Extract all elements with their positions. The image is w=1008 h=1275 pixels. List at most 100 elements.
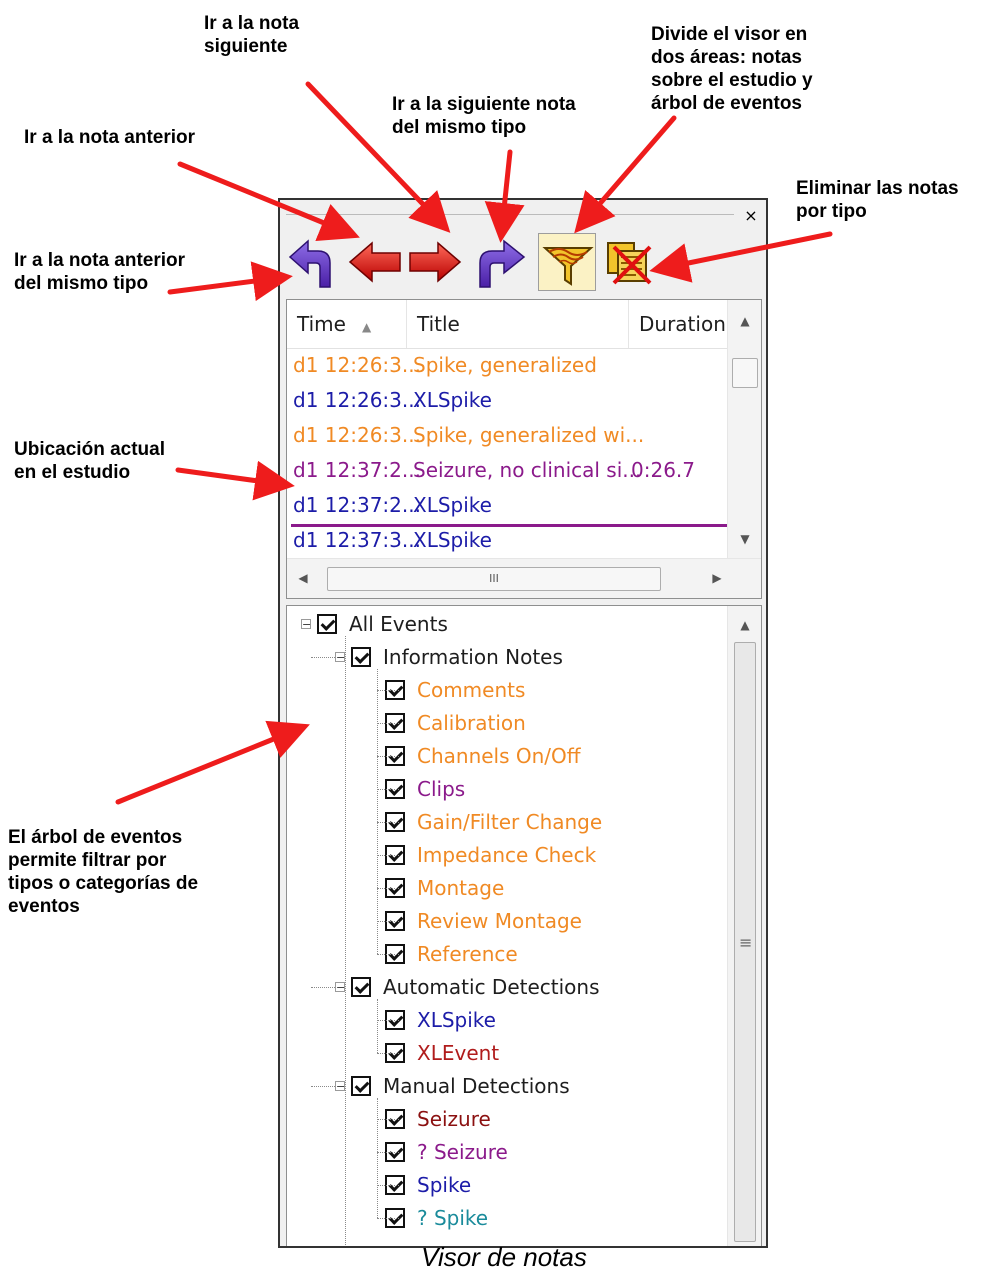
collapse-icon[interactable]: − xyxy=(301,619,311,630)
arrow-to-prev-same-type xyxy=(167,261,293,302)
notes-horizontal-scrollbar[interactable]: ◀ III ▶ xyxy=(287,558,761,598)
split-view-button[interactable] xyxy=(538,233,596,291)
callout-next-same-type: Ir a la siguiente nota del mismo tipo xyxy=(392,94,576,138)
hscroll-grip: III xyxy=(489,572,499,585)
scroll-up-icon[interactable]: ▲ xyxy=(735,314,755,328)
tree-connector xyxy=(377,756,399,757)
next-same-type-button[interactable] xyxy=(474,233,532,291)
tree-label: Channels On/Off xyxy=(417,744,581,768)
callout-current-location: Ubicación actual en el estudio xyxy=(14,439,165,483)
tree-label: Review Montage xyxy=(417,909,582,933)
column-header-time-label: Time xyxy=(297,312,346,336)
arrow-to-event-tree xyxy=(115,720,310,805)
checkbox[interactable] xyxy=(351,647,371,667)
next-note-button[interactable] xyxy=(406,233,464,291)
scroll-right-icon[interactable]: ▶ xyxy=(707,571,727,585)
tree-connector xyxy=(377,888,399,889)
cell-title: XLSpike xyxy=(413,388,492,412)
checkbox[interactable] xyxy=(317,614,337,634)
cell-title: XLSpike xyxy=(413,493,492,517)
tree-connector xyxy=(377,723,399,724)
notes-list-header: Time ▲ Title Duration xyxy=(287,300,727,349)
column-header-duration[interactable]: Duration xyxy=(629,300,727,348)
tree-label: Spike xyxy=(417,1173,472,1197)
collapse-icon[interactable]: − xyxy=(335,982,345,993)
cell-time: d1 12:26:3... xyxy=(293,423,421,447)
cell-title: Spike, generalized xyxy=(413,353,597,377)
prev-same-type-button[interactable] xyxy=(286,233,344,291)
cell-time: d1 12:37:3... xyxy=(293,528,421,552)
sort-ascending-icon: ▲ xyxy=(361,320,372,334)
cell-duration: 0:26.7 xyxy=(631,458,695,482)
tree-scroll-grip: ≡ xyxy=(739,933,753,952)
tree-connector xyxy=(377,855,399,856)
tree-label: Impedance Check xyxy=(417,843,597,867)
table-row[interactable]: d1 12:37:3... XLSpike xyxy=(287,523,727,558)
cell-time: d1 12:26:3... xyxy=(293,388,421,412)
tree-connector xyxy=(377,1119,399,1120)
tree-label: All Events xyxy=(349,612,448,636)
notes-hscroll-thumb[interactable]: III xyxy=(327,567,661,591)
tree-label: Manual Detections xyxy=(383,1074,570,1098)
callout-split-view: Divide el visor en dos áreas: notas sobre … xyxy=(651,24,813,114)
scroll-left-icon[interactable]: ◀ xyxy=(293,571,313,585)
collapse-icon[interactable]: − xyxy=(335,1081,345,1092)
cell-title: Spike, generalized wi... xyxy=(413,423,645,447)
tree-label: ? Seizure xyxy=(417,1140,508,1164)
column-header-time[interactable]: Time ▲ xyxy=(287,300,407,348)
tree-connector xyxy=(377,999,378,1053)
callout-event-tree: El árbol de eventos permite filtrar por ti… xyxy=(8,827,199,917)
tree-connector xyxy=(311,987,335,988)
tree-connector xyxy=(377,669,378,954)
notes-viewer-panel: × Time ▲ Title Duration d1 12:26:3... Sp… xyxy=(278,198,768,1248)
tree-vscroll-thumb[interactable]: ≡ xyxy=(734,642,756,1242)
cell-title: Seizure, no clinical si... xyxy=(413,458,642,482)
tree-scroll-up-icon[interactable]: ▲ xyxy=(735,618,755,632)
tree-label: Automatic Detections xyxy=(383,975,600,999)
tree-connector xyxy=(377,1218,399,1219)
notes-list: Time ▲ Title Duration d1 12:26:3... Spike,… xyxy=(286,299,762,599)
scroll-down-icon[interactable]: ▼ xyxy=(735,532,755,546)
tree-label: Reference xyxy=(417,942,518,966)
curved-arrow-left-icon xyxy=(288,239,331,288)
arrow-to-current-location xyxy=(175,460,295,501)
cell-time: d1 12:37:2... xyxy=(293,458,421,482)
tree-connector xyxy=(377,690,399,691)
toolbar xyxy=(284,233,760,293)
tree-connector xyxy=(377,1152,399,1153)
table-row[interactable]: d1 12:37:2... Seizure, no clinical si... 0… xyxy=(287,453,727,488)
tree-label: Calibration xyxy=(417,711,526,735)
table-row[interactable]: d1 12:26:3... XLSpike xyxy=(287,383,727,418)
delete-by-type-button[interactable] xyxy=(600,233,658,291)
tree-connector xyxy=(377,921,399,922)
cell-time: d1 12:26:3... xyxy=(293,353,421,377)
checkbox[interactable] xyxy=(351,1076,371,1096)
tree-connector xyxy=(377,1053,399,1054)
callout-prev-same-type: Ir a la nota anterior del mismo tipo xyxy=(14,250,186,294)
close-button[interactable]: × xyxy=(742,208,760,224)
tree-label: Gain/Filter Change xyxy=(417,810,603,834)
tree-label: Clips xyxy=(417,777,466,801)
table-row[interactable]: d1 12:26:3... Spike, generalized wi... xyxy=(287,418,727,453)
tree-connector xyxy=(311,1086,335,1087)
column-header-title[interactable]: Title xyxy=(407,300,629,348)
checkbox[interactable] xyxy=(351,977,371,997)
prev-note-button[interactable] xyxy=(346,233,404,291)
table-row[interactable]: d1 12:26:3... Spike, generalized xyxy=(287,348,727,383)
callout-next-note: Ir a la nota siguiente xyxy=(204,13,300,57)
curved-arrow-right-icon xyxy=(479,239,526,288)
arrow-right-icon xyxy=(409,241,462,283)
collapse-icon[interactable]: − xyxy=(335,652,345,663)
tree-label: Comments xyxy=(417,678,526,702)
tree-label: Montage xyxy=(417,876,505,900)
notes-vscroll-thumb[interactable] xyxy=(732,358,758,388)
notes-vertical-scrollbar[interactable]: ▲ ▼ xyxy=(727,300,761,558)
cell-time: d1 12:37:2... xyxy=(293,493,421,517)
figure-caption: Visor de notas xyxy=(421,1242,587,1272)
tree-vertical-scrollbar[interactable]: ▲ ≡ xyxy=(727,606,761,1246)
table-row[interactable]: d1 12:37:2... XLSpike xyxy=(287,488,727,523)
arrow-left-icon xyxy=(348,241,401,283)
tree-connector xyxy=(377,789,399,790)
tree-connector xyxy=(345,636,346,1246)
tree-label: ? Spike xyxy=(417,1206,489,1230)
